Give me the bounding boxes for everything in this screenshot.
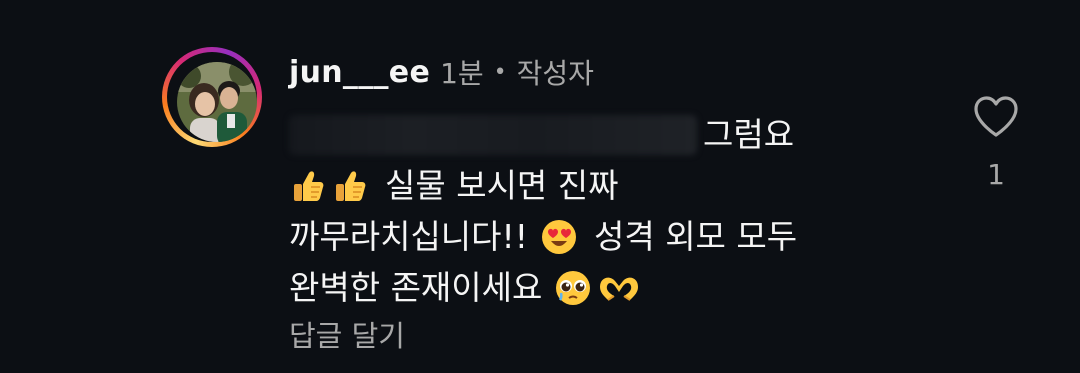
- comment-header: jun___ee 1분 • 작성자: [289, 52, 594, 92]
- comment: jun___ee 1분 • 작성자 그럼요 실물 보시면 진짜 까무라치십니다!…: [0, 0, 1080, 373]
- comment-text: 까무라치십니다!!: [289, 217, 528, 256]
- comment-text: 실물 보시면 진짜: [385, 166, 619, 205]
- heart-hands-icon: [596, 269, 639, 307]
- avatar[interactable]: [177, 62, 257, 142]
- comment-line: 실물 보시면 진짜: [289, 160, 929, 211]
- username-link[interactable]: jun___ee: [289, 55, 430, 90]
- like-group: 1: [970, 96, 1022, 191]
- comment-time: 1분: [440, 57, 484, 90]
- thumbs-up-icon: [331, 167, 369, 205]
- comment-line: 그럼요: [289, 109, 929, 160]
- avatar-story-ring[interactable]: [162, 47, 262, 147]
- heart-eyes-icon: [540, 218, 578, 256]
- comment-body: 그럼요 실물 보시면 진짜 까무라치십니다!! 성격 외모 모두 완벽한 존재이…: [289, 109, 929, 313]
- separator-dot: •: [493, 59, 507, 85]
- pleading-face-icon: [554, 269, 592, 307]
- like-count: 1: [987, 158, 1005, 191]
- comment-text: 성격 외모 모두: [593, 217, 798, 256]
- comment-line: 완벽한 존재이세요: [289, 262, 929, 313]
- comment-text: 완벽한 존재이세요: [289, 268, 543, 307]
- heart-outline-icon[interactable]: [973, 96, 1019, 138]
- comment-line: 까무라치십니다!! 성격 외모 모두: [289, 211, 929, 262]
- author-badge: 작성자: [516, 57, 594, 90]
- comment-text: 그럼요: [703, 115, 795, 154]
- redacted-text: [289, 114, 697, 155]
- reply-button[interactable]: 답글 달기: [289, 313, 405, 355]
- thumbs-up-icon: [289, 167, 327, 205]
